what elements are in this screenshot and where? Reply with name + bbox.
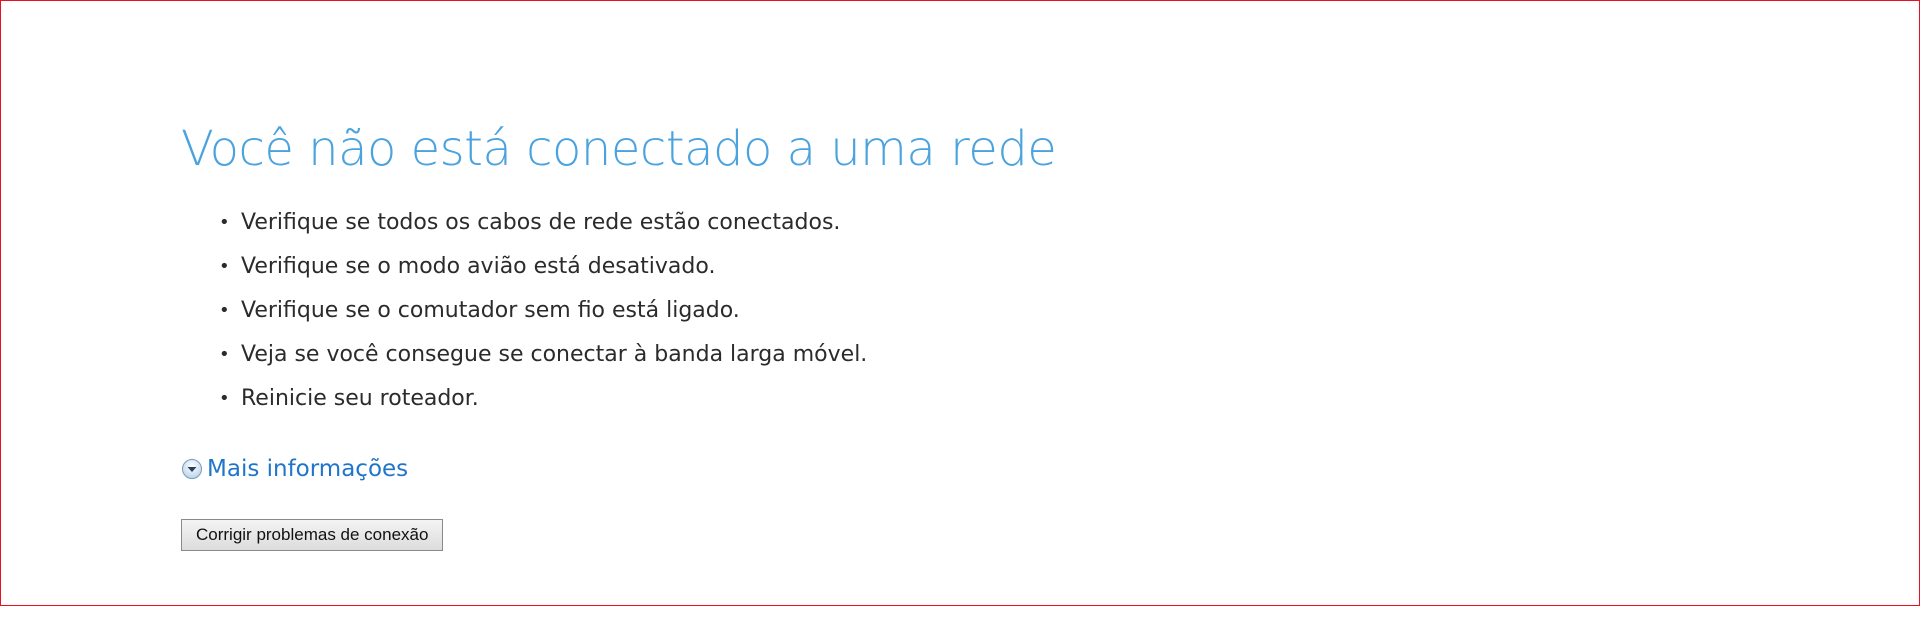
bullet: • <box>219 388 230 409</box>
tip-item: • Verifique se o comutador sem fio está l… <box>219 289 1781 333</box>
troubleshooting-tips-list: • Verifique se todos os cabos de rede est… <box>181 201 1781 421</box>
tip-text: Reinicie seu roteador. <box>241 386 479 411</box>
page-title: Você não está conectado a uma rede <box>181 121 1057 177</box>
tip-text: Verifique se o modo avião está desativad… <box>241 254 716 279</box>
tip-item: • Reinicie seu roteador. <box>219 377 1781 421</box>
error-page-frame: Você não está conectado a uma rede • Veri… <box>0 0 1920 606</box>
tip-text: Veja se você consegue se conectar à band… <box>241 342 868 367</box>
bullet: • <box>219 300 230 321</box>
bullet: • <box>219 212 230 233</box>
tip-text: Verifique se o comutador sem fio está li… <box>241 298 740 323</box>
tip-text: Verifique se todos os cabos de rede estã… <box>241 210 841 235</box>
fix-connection-problems-button[interactable]: Corrigir problemas de conexão <box>181 519 444 551</box>
chevron-down-circle-icon[interactable] <box>181 458 203 480</box>
error-content: Você não está conectado a uma rede • Veri… <box>181 119 1781 551</box>
bullet: • <box>219 256 230 277</box>
tip-item: • Verifique se todos os cabos de rede est… <box>219 201 1781 245</box>
tip-item: • Veja se você consegue se conectar à ban… <box>219 333 1781 377</box>
tip-item: • Verifique se o modo avião está desativa… <box>219 245 1781 289</box>
more-info-link[interactable]: Mais informações <box>207 455 408 483</box>
bullet: • <box>219 344 230 365</box>
more-info-toggle[interactable]: Mais informações <box>181 455 408 483</box>
